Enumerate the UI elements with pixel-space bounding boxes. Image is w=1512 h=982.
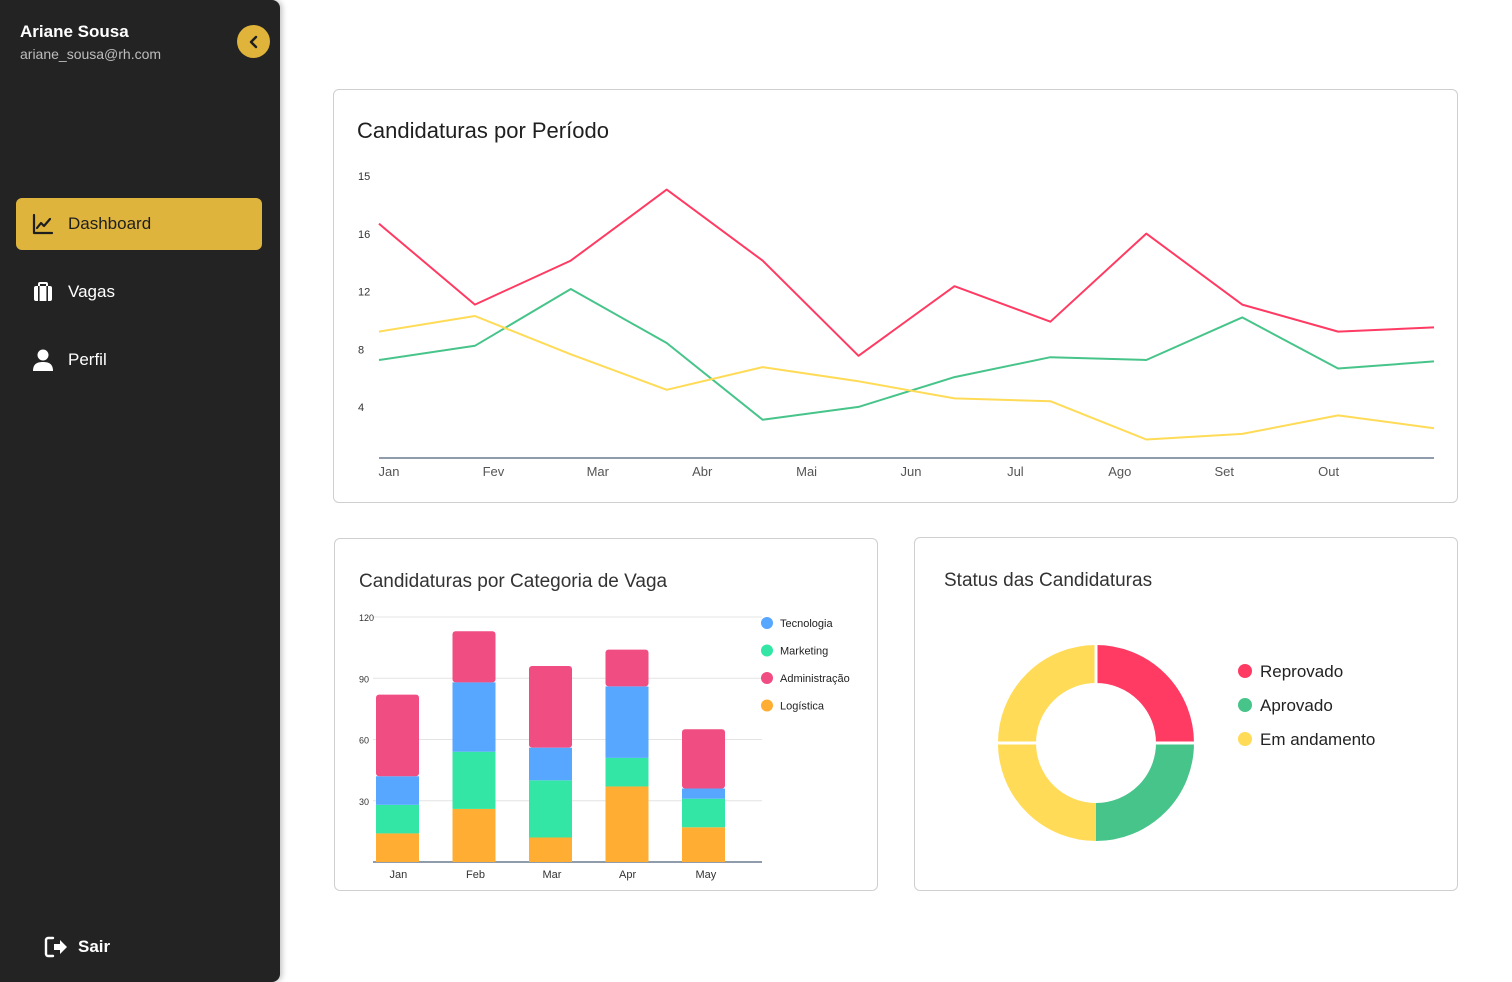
bar-segment	[529, 837, 572, 862]
y-tick-label: 8	[358, 344, 364, 356]
sidebar-item-label: Perfil	[68, 350, 107, 369]
legend-dot	[761, 699, 773, 712]
x-tick-label: Jun	[901, 464, 922, 479]
line-chart: 15 16 12 8 4 Jan Fev Mar Abr Mai Jun Jul Ago Set Out	[358, 171, 1435, 479]
legend-dot	[761, 672, 773, 684]
legend-dot	[1238, 732, 1252, 746]
x-tick-label: Fev	[483, 464, 505, 479]
x-tick-label: Feb	[466, 869, 485, 881]
y-tick-label: 16	[358, 229, 370, 241]
bar-segment	[452, 751, 496, 809]
y-tick-label: 30	[359, 797, 369, 807]
donut-chart-card: Status das Candidaturas Reprovado Aprovad…	[914, 537, 1458, 891]
legend-dot	[1238, 664, 1252, 678]
y-tick-label: 60	[359, 736, 369, 746]
y-tick-label: 4	[358, 402, 364, 414]
user-email: ariane_sousa@rh.com	[20, 46, 162, 62]
x-tick-label: Apr	[619, 869, 636, 881]
bar-segment	[682, 729, 725, 789]
y-tick-label: 90	[359, 674, 369, 684]
legend-label: Logística	[780, 701, 825, 713]
donut-slice	[1095, 645, 1194, 744]
legend-label: Tecnologia	[780, 618, 833, 630]
sidebar-item-dashboard[interactable]: Dashboard	[16, 198, 262, 250]
bar-segment	[376, 804, 419, 834]
x-tick-label: May	[696, 869, 717, 881]
legend-label: Marketing	[780, 646, 828, 658]
y-tick-label: 15	[358, 171, 370, 183]
legend-dot	[761, 644, 773, 657]
user-icon	[30, 347, 56, 373]
logout-button[interactable]: Sair	[44, 936, 110, 958]
bar-segment	[452, 682, 496, 752]
line-series-0	[378, 188, 1435, 357]
sidebar-item-perfil[interactable]: Perfil	[16, 334, 262, 386]
collapse-sidebar-button[interactable]	[237, 25, 270, 58]
line-series-1	[378, 288, 1435, 421]
bar-segment	[376, 776, 419, 805]
y-tick-label: 12	[358, 287, 370, 299]
sidebar-item-label: Vagas	[68, 282, 115, 301]
x-tick-label: Ago	[1108, 464, 1131, 479]
legend-dot	[761, 617, 773, 629]
x-tick-label: Jan	[379, 464, 400, 479]
bar-segment	[376, 833, 419, 862]
sidebar: Ariane Sousa ariane_sousa@rh.com Dashboa…	[0, 0, 280, 982]
bar-segment	[452, 631, 496, 683]
bar-segment	[452, 808, 496, 862]
bar-chart: 30 60 90 120 Jan Feb Mar Apr May Tecnologia Market…	[359, 613, 850, 881]
x-tick-label: Mar	[543, 869, 562, 881]
x-tick-label: Mar	[587, 464, 610, 479]
bar-segment	[605, 686, 649, 758]
sidebar-item-label: Dashboard	[68, 214, 152, 233]
x-tick-label: Abr	[692, 464, 713, 479]
y-tick-label: 120	[359, 613, 374, 623]
bar-segment	[529, 666, 572, 748]
chart-line-icon	[30, 211, 56, 237]
bar-chart-card: Candidaturas por Categoria de Vaga 30 60 9…	[334, 538, 878, 891]
bar-segment	[682, 798, 725, 828]
bar-segment	[605, 757, 649, 787]
bar-segment	[605, 786, 649, 862]
x-tick-label: Out	[1318, 464, 1339, 479]
briefcase-icon	[30, 279, 56, 305]
user-name: Ariane Sousa	[20, 22, 129, 41]
bar-segment	[682, 827, 725, 862]
legend-label: Em andamento	[1260, 730, 1375, 749]
logout-label: Sair	[78, 937, 111, 956]
bar-segment	[605, 649, 649, 687]
donut-chart: Reprovado Aprovado Em andamento	[998, 645, 1375, 841]
donut-slice	[1095, 742, 1194, 841]
bar-segment	[529, 747, 572, 781]
bar-segment	[529, 780, 572, 838]
logout-icon	[44, 936, 70, 958]
bar-segment	[682, 788, 725, 799]
x-tick-label: Jul	[1007, 464, 1024, 479]
line-chart-card: Candidaturas por Período 15 16 12 8 4 Jan Fev M…	[333, 89, 1458, 503]
legend-label: Aprovado	[1260, 696, 1333, 715]
bar-segment	[376, 694, 419, 777]
legend-label: Administração	[780, 673, 850, 685]
x-tick-label: Mai	[796, 464, 817, 479]
x-tick-label: Set	[1214, 464, 1234, 479]
legend-label: Reprovado	[1260, 662, 1343, 681]
chevron-left-icon	[249, 35, 257, 48]
x-tick-label: Jan	[390, 869, 408, 881]
sidebar-item-vagas[interactable]: Vagas	[16, 266, 262, 318]
legend-dot	[1238, 698, 1252, 712]
